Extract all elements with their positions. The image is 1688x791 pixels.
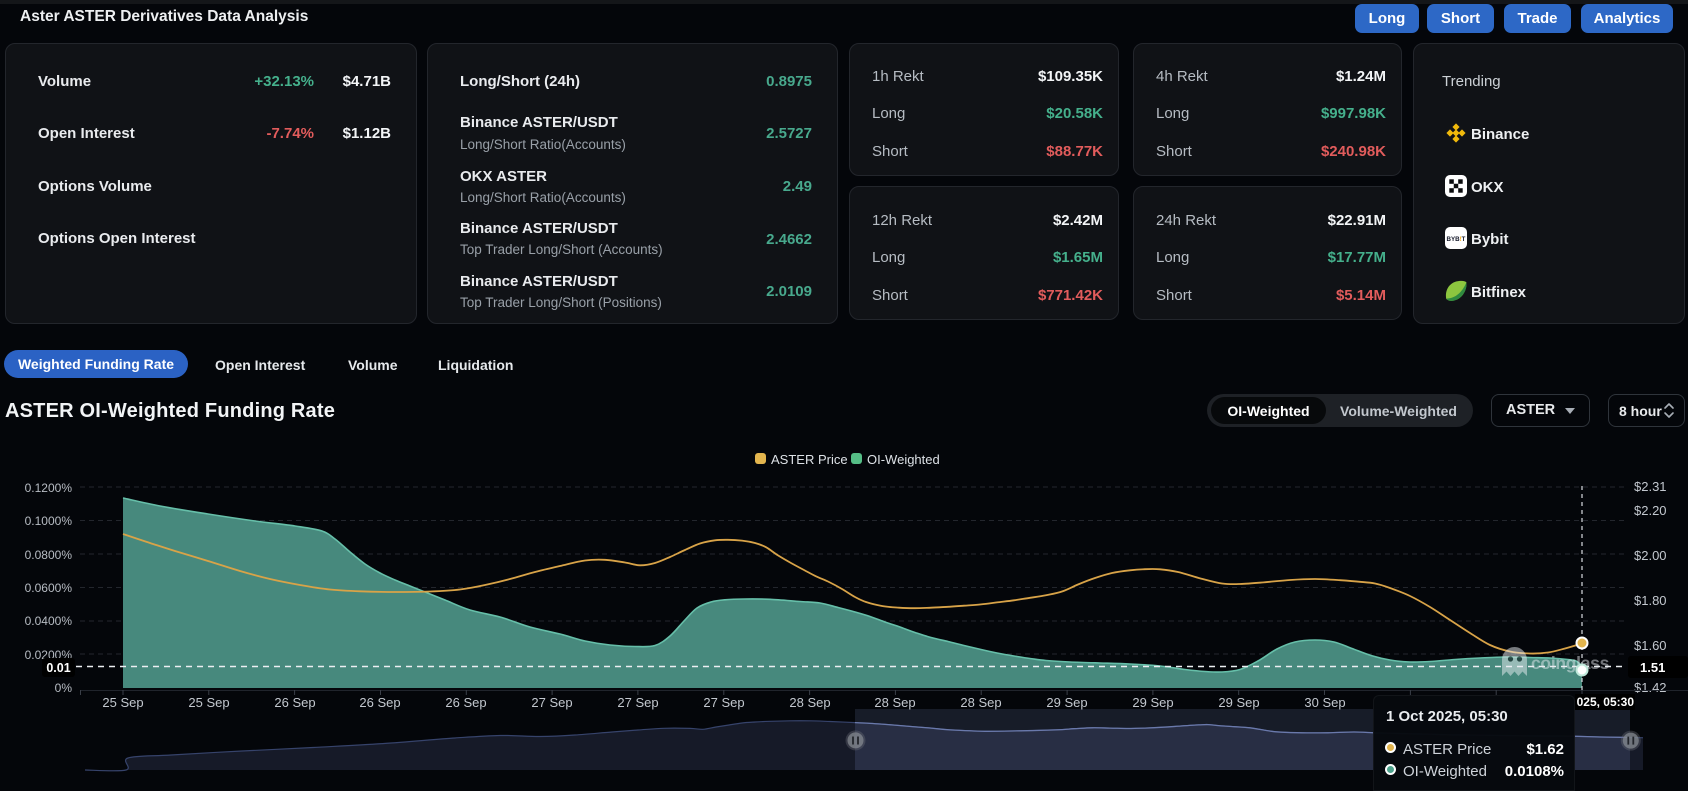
svg-text:coinglass: coinglass bbox=[1531, 653, 1610, 673]
